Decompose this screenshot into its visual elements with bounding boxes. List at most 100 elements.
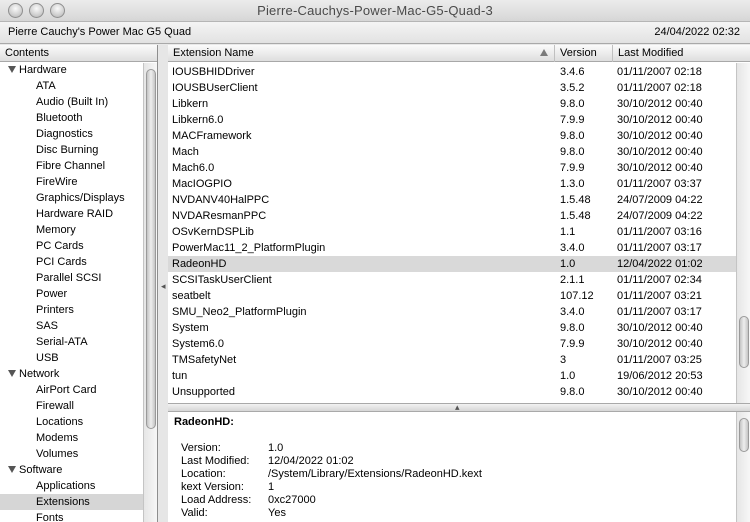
sidebar-item-graphics-displays[interactable]: Graphics/Displays (0, 190, 157, 206)
table-row[interactable]: PowerMac11_2_PlatformPlugin 3.4.0 01/11/20… (168, 240, 736, 256)
detail-scroll-thumb[interactable] (739, 418, 749, 452)
sidebar-item-parallel-scsi[interactable]: Parallel SCSI (0, 270, 157, 286)
cell-extension-name: Mach (172, 146, 199, 158)
cell-last-modified: 30/10/2012 00:40 (617, 322, 703, 334)
table-row[interactable]: seatbelt 107.12 01/11/2007 03:21 (168, 288, 736, 304)
sidebar-item-power[interactable]: Power (0, 286, 157, 302)
sidebar-item-hardware-raid[interactable]: Hardware RAID (0, 206, 157, 222)
sidebar-item-sas[interactable]: SAS (0, 318, 157, 334)
cell-version: 9.8.0 (560, 98, 585, 110)
disclosure-triangle-icon[interactable] (8, 66, 16, 73)
sidebar-scroll-thumb[interactable] (146, 69, 156, 429)
detail-value: 0xc27000 (268, 494, 316, 506)
cell-extension-name: MacIOGPIO (172, 178, 232, 190)
sidebar-item-pc-cards[interactable]: PC Cards (0, 238, 157, 254)
detail-value: 12/04/2022 01:02 (268, 455, 354, 467)
cell-extension-name: SMU_Neo2_PlatformPlugin (172, 306, 307, 318)
detail-label: Valid: (181, 507, 208, 519)
cell-last-modified: 01/11/2007 02:18 (617, 82, 702, 94)
cell-version: 3.4.0 (560, 306, 585, 318)
cell-last-modified: 30/10/2012 00:40 (617, 98, 703, 110)
table-row[interactable]: RadeonHD 1.0 12/04/2022 01:02 (168, 256, 736, 272)
cell-extension-name: Libkern (172, 98, 209, 110)
cell-extension-name: OSvKernDSPLib (172, 226, 254, 238)
vertical-splitter[interactable]: ◂ (159, 45, 168, 522)
sidebar-item-serial-ata[interactable]: Serial-ATA (0, 334, 157, 350)
cell-last-modified: 30/10/2012 00:40 (617, 338, 703, 350)
sidebar-item-memory[interactable]: Memory (0, 222, 157, 238)
column-header-version[interactable]: Version (555, 45, 613, 62)
sidebar-scrollbar[interactable] (143, 63, 157, 522)
cell-last-modified: 30/10/2012 00:40 (617, 386, 703, 398)
sidebar-item-fibre-channel[interactable]: Fibre Channel (0, 158, 157, 174)
table-row[interactable]: Mach 9.8.0 30/10/2012 00:40 (168, 144, 736, 160)
sidebar-item-applications[interactable]: Applications (0, 478, 157, 494)
table-row[interactable]: TMSafetyNet 3 01/11/2007 03:25 (168, 352, 736, 368)
table-row[interactable]: NVDAResmanPPC 1.5.48 24/07/2009 04:22 (168, 208, 736, 224)
column-header-name[interactable]: Extension Name (168, 45, 555, 62)
sidebar-group-hardware[interactable]: Hardware (0, 62, 157, 78)
sidebar-item-diagnostics[interactable]: Diagnostics (0, 126, 157, 142)
cell-version: 107.12 (560, 290, 594, 302)
table-row[interactable]: Unsupported 9.8.0 30/10/2012 00:40 (168, 384, 736, 400)
sidebar-item-pci-cards[interactable]: PCI Cards (0, 254, 157, 270)
disclosure-triangle-icon[interactable] (8, 370, 16, 377)
table-row[interactable]: Libkern 9.8.0 30/10/2012 00:40 (168, 96, 736, 112)
cell-last-modified: 01/11/2007 02:34 (617, 274, 702, 286)
sidebar-item-extensions[interactable]: Extensions (0, 494, 157, 510)
sidebar-item-usb[interactable]: USB (0, 350, 157, 366)
disclosure-triangle-icon[interactable] (8, 466, 16, 473)
detail-title: RadeonHD: (174, 416, 234, 428)
sidebar-item-disc-burning[interactable]: Disc Burning (0, 142, 157, 158)
contents-header[interactable]: Contents (0, 45, 157, 62)
sidebar-item-firewall[interactable]: Firewall (0, 398, 157, 414)
cell-extension-name: seatbelt (172, 290, 211, 302)
detail-label: Location: (181, 468, 226, 480)
contents-tree: Hardware ATA Audio (Built In) Bluetooth Diag… (0, 62, 157, 522)
cell-extension-name: tun (172, 370, 188, 382)
table-row[interactable]: OSvKernDSPLib 1.1 01/11/2007 03:16 (168, 224, 736, 240)
cell-last-modified: 01/11/2007 03:17 (617, 242, 702, 254)
table-row[interactable]: MacIOGPIO 1.3.0 01/11/2007 03:37 (168, 176, 736, 192)
table-row[interactable]: IOUSBHIDDriver 3.4.6 01/11/2007 02:18 (168, 64, 736, 80)
sidebar-item-printers[interactable]: Printers (0, 302, 157, 318)
cell-last-modified: 01/11/2007 02:18 (617, 66, 702, 78)
cell-extension-name: Libkern6.0 (172, 114, 224, 126)
table-row[interactable]: tun 1.0 19/06/2012 20:53 (168, 368, 736, 384)
cell-version: 1.0 (560, 370, 576, 382)
sidebar-item-locations[interactable]: Locations (0, 414, 157, 430)
sidebar-item-fonts[interactable]: Fonts (0, 510, 157, 522)
detail-label: Load Address: (181, 494, 252, 506)
sidebar-item-ata[interactable]: ATA (0, 78, 157, 94)
table-row[interactable]: SMU_Neo2_PlatformPlugin 3.4.0 01/11/2007 0… (168, 304, 736, 320)
table-scroll-thumb[interactable] (739, 316, 749, 368)
table-row[interactable]: Mach6.0 7.9.9 30/10/2012 00:40 (168, 160, 736, 176)
table-row[interactable]: Libkern6.0 7.9.9 30/10/2012 00:40 (168, 112, 736, 128)
table-row[interactable]: SCSITaskUserClient 2.1.1 01/11/2007 02:34 (168, 272, 736, 288)
cell-version: 1.0 (560, 258, 576, 270)
table-row[interactable]: IOUSBUserClient 3.5.2 01/11/2007 02:18 (168, 80, 736, 96)
detail-value: /System/Library/Extensions/RadeonHD.kext (268, 468, 482, 480)
sidebar-item-audio-built-in[interactable]: Audio (Built In) (0, 94, 157, 110)
sidebar-item-bluetooth[interactable]: Bluetooth (0, 110, 157, 126)
sidebar-item-modems[interactable]: Modems (0, 430, 157, 446)
table-row[interactable]: System 9.8.0 30/10/2012 00:40 (168, 320, 736, 336)
horizontal-splitter[interactable]: ▴ (168, 402, 750, 412)
sidebar-group-software[interactable]: Software (0, 462, 157, 478)
sidebar-item-firewire[interactable]: FireWire (0, 174, 157, 190)
sidebar-group-network[interactable]: Network (0, 366, 157, 382)
detail-value: 1 (268, 481, 275, 493)
cell-last-modified: 19/06/2012 20:53 (617, 370, 703, 382)
table-row[interactable]: MACFramework 9.8.0 30/10/2012 00:40 (168, 128, 736, 144)
table-row[interactable]: System6.0 7.9.9 30/10/2012 00:40 (168, 336, 736, 352)
cell-extension-name: MACFramework (172, 130, 252, 142)
sidebar-item-airport-card[interactable]: AirPort Card (0, 382, 157, 398)
cell-version: 1.5.48 (560, 194, 591, 206)
sidebar-item-volumes[interactable]: Volumes (0, 446, 157, 462)
detail-scrollbar[interactable] (736, 412, 750, 522)
table-scrollbar[interactable] (736, 63, 750, 403)
table-row[interactable]: NVDANV40HalPPC 1.5.48 24/07/2009 04:22 (168, 192, 736, 208)
detail-label: Version: (181, 442, 221, 454)
cell-version: 7.9.9 (560, 114, 585, 126)
column-header-last-modified[interactable]: Last Modified (613, 45, 750, 62)
